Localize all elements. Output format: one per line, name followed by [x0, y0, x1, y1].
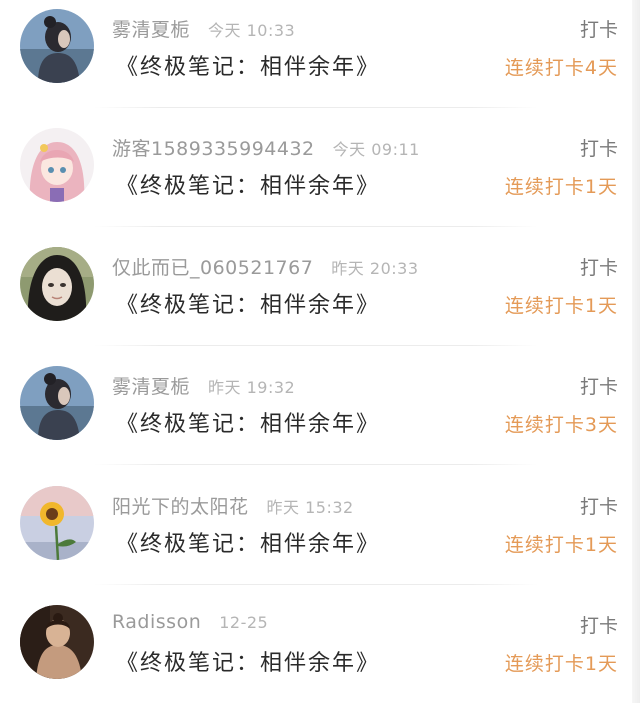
meta-line: 游客1589335994432 今天 09:11	[112, 134, 420, 160]
username[interactable]: 雾清夏栀	[112, 15, 190, 42]
checkin-item[interactable]: 游客1589335994432 今天 09:11 《终极笔记：相伴余年》 打卡 …	[0, 119, 632, 238]
book-title[interactable]: 《终极笔记：相伴余年》	[116, 168, 380, 200]
book-title[interactable]: 《终极笔记：相伴余年》	[116, 406, 380, 438]
meta-line: 仅此而已_060521767 昨天 20:33	[112, 253, 419, 279]
username[interactable]: 游客1589335994432	[112, 134, 315, 161]
checkin-label: 打卡	[579, 376, 618, 398]
streak-badge: 连续打卡4天	[504, 57, 618, 79]
avatar[interactable]	[20, 605, 94, 679]
pink-anime-girl-avatar	[20, 128, 94, 202]
avatar[interactable]	[20, 247, 94, 321]
checkin-item[interactable]: Radisson 12-25 《终极笔记：相伴余年》 打卡 连续打卡1天	[0, 596, 632, 703]
timestamp: 今天 09:11	[332, 140, 420, 159]
username[interactable]: 阳光下的太阳花	[112, 492, 249, 519]
checkin-label: 打卡	[579, 615, 618, 637]
checkin-item[interactable]: 仅此而已_060521767 昨天 20:33 《终极笔记：相伴余年》 打卡 连…	[0, 238, 632, 357]
meta-line: 雾清夏栀 今天 10:33	[112, 15, 295, 41]
divider	[94, 107, 538, 108]
book-title[interactable]: 《终极笔记：相伴余年》	[116, 287, 380, 319]
avatar[interactable]	[20, 9, 94, 83]
divider	[94, 584, 538, 585]
dark-haired-woman-avatar	[20, 366, 94, 440]
username[interactable]: 仅此而已_060521767	[112, 253, 313, 280]
checkin-label: 打卡	[579, 257, 618, 279]
checkin-label: 打卡	[579, 19, 618, 41]
dark-haired-woman-avatar	[20, 9, 94, 83]
timestamp: 昨天 15:32	[266, 498, 354, 517]
streak-badge: 连续打卡1天	[504, 653, 618, 675]
streak-badge: 连续打卡1天	[504, 534, 618, 556]
checkin-item[interactable]: 阳光下的太阳花 昨天 15:32 《终极笔记：相伴余年》 打卡 连续打卡1天	[0, 477, 632, 596]
timestamp: 今天 10:33	[208, 21, 296, 40]
book-title[interactable]: 《终极笔记：相伴余年》	[116, 526, 380, 558]
book-title[interactable]: 《终极笔记：相伴余年》	[116, 645, 380, 677]
avatar[interactable]	[20, 486, 94, 560]
vintage-woman-avatar	[20, 605, 94, 679]
book-title[interactable]: 《终极笔记：相伴余年》	[116, 49, 380, 81]
avatar[interactable]	[20, 128, 94, 202]
meta-line: Radisson 12-25	[112, 611, 268, 637]
checkin-label: 打卡	[579, 138, 618, 160]
meta-line: 雾清夏栀 昨天 19:32	[112, 372, 295, 398]
avatar[interactable]	[20, 366, 94, 440]
sunflower-avatar	[20, 486, 94, 560]
meta-line: 阳光下的太阳花 昨天 15:32	[112, 492, 354, 518]
divider	[94, 464, 538, 465]
username[interactable]: 雾清夏栀	[112, 372, 190, 399]
streak-badge: 连续打卡1天	[504, 295, 618, 317]
divider	[94, 226, 538, 227]
timestamp: 昨天 20:33	[331, 259, 419, 278]
streak-badge: 连续打卡3天	[504, 414, 618, 436]
woman-portrait-avatar	[20, 247, 94, 321]
timestamp: 12-25	[219, 613, 269, 632]
checkin-list: 雾清夏栀 今天 10:33 《终极笔记：相伴余年》 打卡 连续打卡4天 游客15…	[0, 0, 632, 703]
streak-badge: 连续打卡1天	[504, 176, 618, 198]
scrollbar[interactable]	[632, 0, 640, 703]
divider	[94, 345, 538, 346]
username[interactable]: Radisson	[112, 611, 201, 633]
checkin-label: 打卡	[579, 496, 618, 518]
checkin-item[interactable]: 雾清夏栀 今天 10:33 《终极笔记：相伴余年》 打卡 连续打卡4天	[0, 0, 632, 119]
timestamp: 昨天 19:32	[208, 378, 296, 397]
checkin-item[interactable]: 雾清夏栀 昨天 19:32 《终极笔记：相伴余年》 打卡 连续打卡3天	[0, 357, 632, 476]
